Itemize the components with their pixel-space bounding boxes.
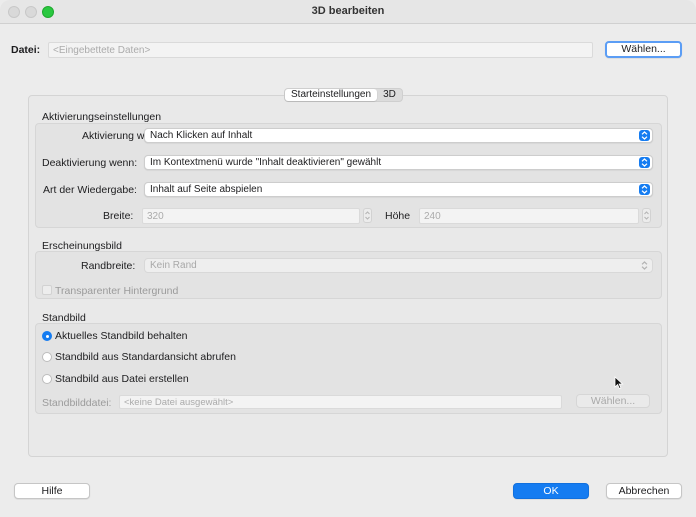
poster-option-default-view-radio[interactable]: [42, 352, 52, 362]
poster-option-current-label[interactable]: Aktuelles Standbild behalten: [55, 330, 188, 342]
activate-select[interactable]: Nach Klicken auf Inhalt: [144, 128, 653, 143]
playback-label: Art der Wiedergabe:: [43, 184, 137, 196]
poster-option-from-file-label[interactable]: Standbild aus Datei erstellen: [55, 373, 189, 385]
chevron-updown-icon: [639, 260, 650, 271]
poster-file-field: <keine Datei ausgewählt>: [119, 395, 562, 409]
playback-select[interactable]: Inhalt auf Seite abspielen: [144, 182, 653, 197]
file-field: <Eingebettete Daten>: [48, 42, 593, 58]
chevron-updown-icon: [639, 184, 650, 195]
poster-option-current-radio[interactable]: [42, 331, 52, 341]
chevron-updown-icon: [639, 157, 650, 168]
deactivate-select-value: Im Kontextmenü wurde "Inhalt deaktiviere…: [150, 157, 382, 168]
deactivate-label: Deaktivierung wenn:: [42, 157, 138, 169]
ok-button[interactable]: OK: [513, 483, 589, 499]
dialog-window: 3D bearbeiten Datei: <Eingebettete Daten…: [0, 0, 696, 517]
border-width-label: Randbreite:: [81, 260, 136, 272]
activate-select-value: Nach Klicken auf Inhalt: [150, 130, 253, 141]
transparent-background-label: Transparenter Hintergrund: [55, 285, 179, 297]
tab-3d[interactable]: 3D: [377, 89, 402, 101]
border-width-select-value: Kein Rand: [150, 260, 197, 271]
height-label: Höhe: [385, 210, 411, 222]
file-label: Datei:: [11, 44, 41, 56]
height-stepper: [642, 208, 651, 223]
window-title: 3D bearbeiten: [311, 5, 385, 17]
choose-file-button[interactable]: Wählen...: [605, 41, 682, 58]
cancel-button[interactable]: Abbrechen: [606, 483, 682, 499]
stepper-arrows-icon: [365, 211, 370, 220]
tab-starteinstellungen[interactable]: Starteinstellungen: [285, 89, 378, 101]
poster-file-label: Standbilddatei:: [42, 397, 112, 409]
playback-select-value: Inhalt auf Seite abspielen: [150, 184, 263, 195]
mouse-pointer-icon: [614, 376, 624, 390]
border-width-select: Kein Rand: [144, 258, 653, 273]
title-bar: 3D bearbeiten: [0, 0, 696, 24]
width-field: 320: [142, 208, 360, 224]
height-field: 240: [419, 208, 639, 224]
width-stepper: [363, 208, 372, 223]
transparent-background-checkbox: [42, 285, 52, 295]
poster-choose-button: Wählen...: [576, 394, 650, 408]
deactivate-select[interactable]: Im Kontextmenü wurde "Inhalt deaktiviere…: [144, 155, 653, 170]
poster-option-default-view-label[interactable]: Standbild aus Standardansicht abrufen: [55, 351, 236, 363]
poster-option-from-file-radio[interactable]: [42, 374, 52, 384]
activation-section-title: Aktivierungseinstellungen: [42, 111, 162, 123]
tab-bar: Starteinstellungen 3D: [284, 88, 403, 102]
chevron-updown-icon: [639, 130, 650, 141]
stepper-arrows-icon: [644, 211, 649, 220]
width-label: Breite:: [103, 210, 134, 222]
help-button[interactable]: Hilfe: [14, 483, 90, 499]
